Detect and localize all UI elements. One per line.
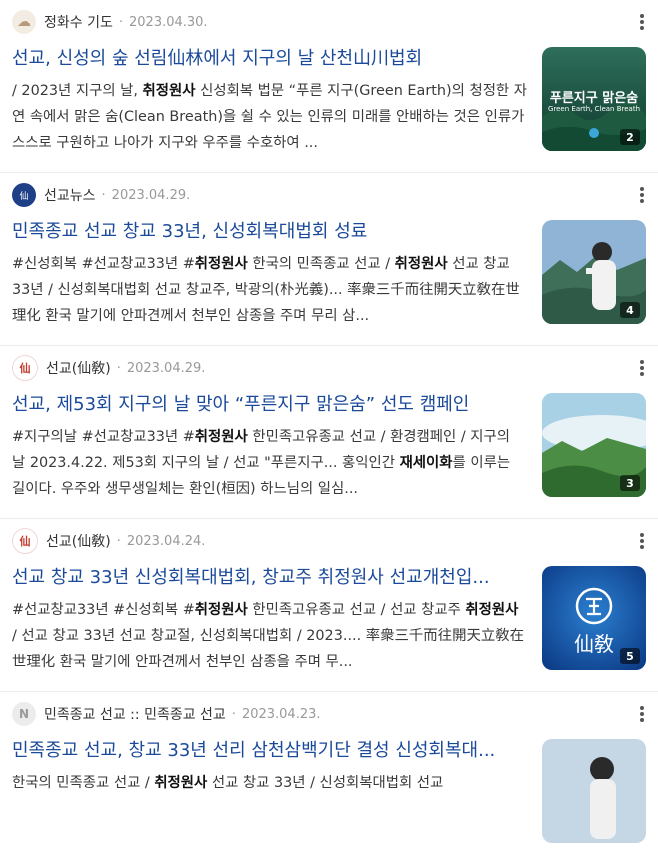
snippet-part: / 2023년 지구의 날,: [12, 83, 143, 99]
separator-dot: ·: [116, 533, 121, 549]
more-options-icon[interactable]: [634, 358, 650, 378]
snippet-part: 취정원사: [465, 602, 519, 618]
post-date: 2023.04.23.: [241, 706, 321, 722]
cloud-avatar-icon[interactable]: ☁: [12, 10, 36, 34]
snippet-part: #신성회복 #선교창교33년 #: [12, 256, 195, 272]
separator-dot: ·: [116, 360, 121, 376]
result-thumbnail[interactable]: 4: [542, 220, 646, 324]
snippet-part: 한국의 민족종교 선교 /: [12, 775, 155, 791]
result-meta: 仙 선교뉴스 · 2023.04.29.: [12, 183, 190, 207]
result-title-link[interactable]: 선교 창교 33년 신성회복대법회, 창교주 취정원사 선교개천입...: [12, 565, 522, 591]
post-date: 2023.04.24.: [126, 533, 206, 549]
separator-dot: ·: [101, 187, 106, 203]
snippet-part: 취정원사: [194, 602, 248, 618]
snippet-part: 취정원사: [194, 429, 248, 445]
result-snippet[interactable]: #신성회복 #선교창교33년 #취정원사 한국의 민족종교 선교 / 취정원사 …: [12, 251, 527, 329]
snippet-part: 한민족고유종교 선교 / 선교 창교주: [247, 602, 466, 618]
result-card: 仙 선교(仙敎) · 2023.04.29. 선교, 제53회 지구의 날 맞아…: [0, 346, 658, 519]
more-options-icon[interactable]: [634, 704, 650, 724]
author-name[interactable]: 선교(仙敎): [46, 358, 111, 378]
result-meta: N 민족종교 선교 :: 민족종교 선교 · 2023.04.23.: [12, 702, 321, 726]
result-meta: ☁ 정화수 기도 · 2023.04.30.: [12, 10, 208, 34]
result-card: 仙 선교뉴스 · 2023.04.29. 민족종교 선교 창교 33년, 신성회…: [0, 173, 658, 346]
post-date: 2023.04.29.: [126, 360, 206, 376]
news-logo-avatar-icon[interactable]: 仙: [12, 183, 36, 207]
result-card: ☁ 정화수 기도 · 2023.04.30. 선교, 신성의 숲 선림仙林에서 …: [0, 0, 658, 173]
snippet-part: #선교창교33년 #신성회복 #: [12, 602, 195, 618]
snippet-part: 취정원사: [394, 256, 448, 272]
image-count-badge: 3: [620, 475, 640, 491]
n-avatar-icon[interactable]: N: [12, 702, 36, 726]
search-results-list: ☁ 정화수 기도 · 2023.04.30. 선교, 신성의 숲 선림仙林에서 …: [0, 0, 658, 865]
result-card: 仙 선교(仙敎) · 2023.04.24. 선교 창교 33년 신성회복대법회…: [0, 519, 658, 692]
thumbnail-title: 푸른지구 맑은숨: [549, 91, 639, 106]
snippet-part: / 선교 창교 33년 선교 창교절, 신성회복대법회 / 2023.... 率…: [12, 628, 525, 670]
snippet-part: 선교 창교 33년 / 신성회복대법회 선교: [207, 775, 444, 791]
author-name[interactable]: 정화수 기도: [44, 12, 113, 32]
more-options-icon[interactable]: [634, 531, 650, 551]
snippet-part: 취정원사: [154, 775, 208, 791]
result-thumbnail[interactable]: [542, 739, 646, 843]
result-thumbnail[interactable]: 仙敎 5: [542, 566, 646, 670]
separator-dot: ·: [118, 14, 123, 30]
thumbnail-subtitle: Green Earth, Clean Breath: [547, 105, 641, 113]
seal-avatar-icon[interactable]: 仙: [12, 528, 38, 554]
result-title-link[interactable]: 민족종교 선교, 창교 33년 선리 삼천삼백기단 결성 신성회복대...: [12, 738, 522, 764]
result-snippet[interactable]: #선교창교33년 #신성회복 #취정원사 한민족고유종교 선교 / 선교 창교주…: [12, 597, 527, 675]
image-count-badge: 5: [620, 648, 640, 664]
more-options-icon[interactable]: [634, 12, 650, 32]
author-name[interactable]: 선교(仙敎): [46, 531, 111, 551]
result-snippet[interactable]: / 2023년 지구의 날, 취정원사 신성회복 법문 “푸른 지구(Green…: [12, 78, 527, 156]
separator-dot: ·: [231, 706, 236, 722]
snippet-part: 취정원사: [142, 83, 196, 99]
seal-avatar-icon[interactable]: 仙: [12, 355, 38, 381]
snippet-part: 한국의 민족종교 선교 /: [247, 256, 395, 272]
author-name[interactable]: 선교뉴스: [44, 185, 96, 205]
result-snippet[interactable]: #지구의날 #선교창교33년 #취정원사 한민족고유종교 선교 / 환경캠페인 …: [12, 424, 527, 502]
post-date: 2023.04.30.: [129, 14, 208, 30]
snippet-part: 재세이화: [399, 455, 453, 471]
author-name[interactable]: 민족종교 선교 :: 민족종교 선교: [44, 704, 226, 724]
result-thumbnail[interactable]: 3: [542, 393, 646, 497]
snippet-part: 취정원사: [194, 256, 248, 272]
result-meta: 仙 선교(仙敎) · 2023.04.29.: [12, 355, 206, 381]
snippet-part: #지구의날 #선교창교33년 #: [12, 429, 195, 445]
result-thumbnail[interactable]: 푸른지구 맑은숨 Green Earth, Clean Breath 2: [542, 47, 646, 151]
post-date: 2023.04.29.: [111, 187, 191, 203]
image-count-badge: 2: [620, 129, 640, 145]
result-card: N 민족종교 선교 :: 민족종교 선교 · 2023.04.23. 민족종교 …: [0, 692, 658, 865]
result-title-link[interactable]: 선교, 제53회 지구의 날 맞아 “푸른지구 맑은숨” 선도 캠페인: [12, 392, 522, 418]
result-meta: 仙 선교(仙敎) · 2023.04.24.: [12, 528, 206, 554]
result-snippet[interactable]: 한국의 민족종교 선교 / 취정원사 선교 창교 33년 / 신성회복대법회 선…: [12, 770, 527, 848]
more-options-icon[interactable]: [634, 185, 650, 205]
result-title-link[interactable]: 선교, 신성의 숲 선림仙林에서 지구의 날 산천山川법회: [12, 46, 522, 72]
result-title-link[interactable]: 민족종교 선교 창교 33년, 신성회복대법회 성료: [12, 219, 522, 245]
image-count-badge: 4: [620, 302, 640, 318]
